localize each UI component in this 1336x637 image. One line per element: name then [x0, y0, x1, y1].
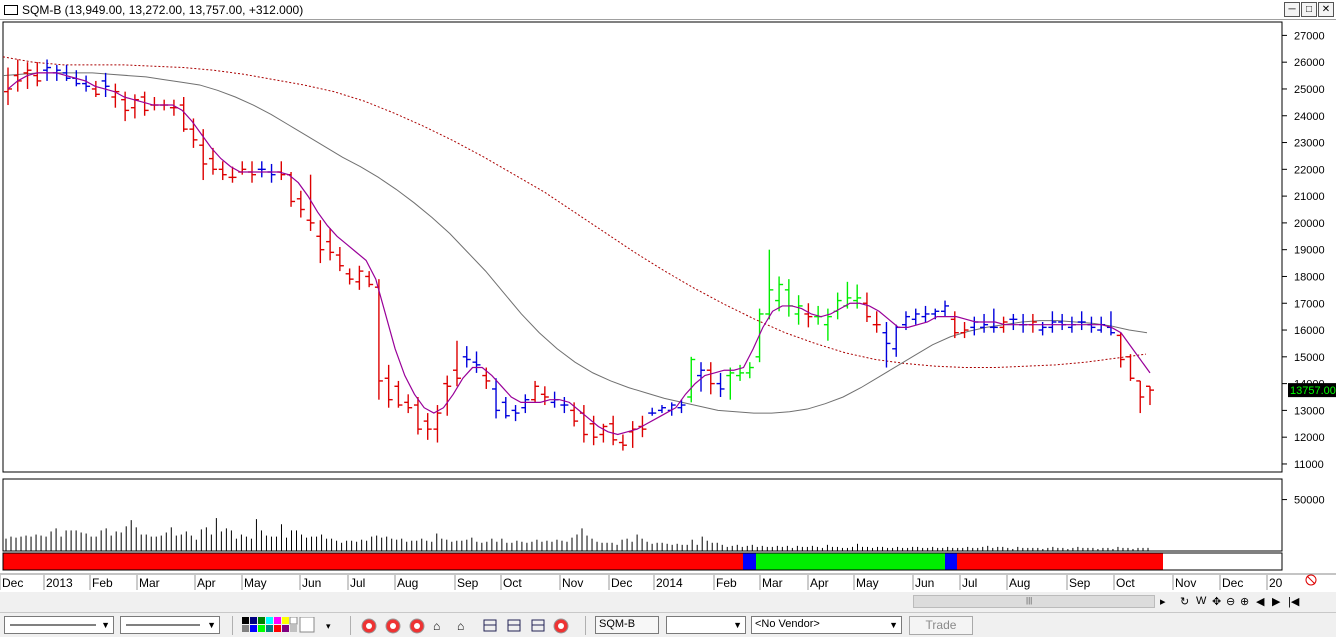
minimize-button[interactable]: ─: [1284, 2, 1300, 17]
chart-title: SQM-B (13,949.00, 13,272.00, 13,757.00, …: [22, 3, 304, 17]
x-axis-label: Nov: [1175, 576, 1196, 590]
x-axis-label: 2014: [656, 576, 683, 590]
x-axis-label: Oct: [1116, 576, 1135, 590]
x-axis-label: Jun: [915, 576, 934, 590]
scroll-left-icon[interactable]: ◀: [1256, 595, 1264, 608]
stop-icon-slash: [1306, 575, 1316, 585]
x-axis-label: 20: [1269, 576, 1283, 590]
price-tick-label: 13000: [1294, 405, 1325, 417]
price-chart[interactable]: 27000 26000 25000 24000 23000 22000 21000 20000…: [0, 20, 1336, 592]
x-axis-label: Nov: [562, 576, 583, 590]
scroll-row: ||| ▸ ↻ W ✥ ⊖ ⊕ ◀ ▶ |◀: [0, 592, 1336, 612]
separator: [232, 616, 233, 635]
x-axis-label: Oct: [503, 576, 522, 590]
price-tick-label: 27000: [1294, 30, 1325, 42]
window-titlebar: SQM-B (13,949.00, 13,272.00, 13,757.00, …: [0, 0, 1336, 20]
svg-text:⌂: ⌂: [433, 619, 440, 633]
refresh-icon[interactable]: ↻: [1180, 595, 1189, 608]
x-axis-label: May: [244, 576, 267, 590]
pan-icon[interactable]: ✥: [1212, 595, 1221, 608]
color-palette-icon[interactable]: ▾: [242, 617, 334, 635]
price-tick-label: 20000: [1294, 218, 1325, 230]
price-tick-label: 16000: [1294, 325, 1325, 337]
x-axis-label: Jul: [962, 576, 977, 590]
x-axis-label: Aug: [397, 576, 418, 590]
volume-tick-label: 50000: [1294, 495, 1325, 507]
trade-button[interactable]: Trade: [909, 616, 973, 635]
x-axis-label: Apr: [810, 576, 829, 590]
x-axis-label: Jun: [302, 576, 321, 590]
price-tick-label: 17000: [1294, 298, 1325, 310]
trend-ribbon-segment: [3, 553, 743, 570]
zoom-out-icon[interactable]: ⊖: [1226, 595, 1235, 608]
price-tick-label: 15000: [1294, 352, 1325, 364]
bottom-toolbar: ▼ ▼ ▾ ⌂ ⌂ SQM-B ▼ <No Vendor> ▼ Trade: [0, 612, 1336, 637]
vendor-value: <No Vendor>: [755, 618, 820, 630]
chevron-down-icon: ▼: [733, 620, 742, 630]
ma-mid-line: [2, 72, 1148, 414]
chevron-down-icon: ▼: [889, 620, 898, 630]
price-tick-label: 19000: [1294, 245, 1325, 257]
svg-text:▾: ▾: [326, 621, 331, 631]
weekly-icon[interactable]: W: [1196, 595, 1206, 607]
svg-text:⌂: ⌂: [457, 619, 464, 633]
x-axis-label: 2013: [46, 576, 73, 590]
last-price-label: 13757.00: [1290, 385, 1336, 397]
price-tick-label: 12000: [1294, 432, 1325, 444]
separator: [585, 616, 586, 635]
line-style-sample-icon: [10, 624, 96, 626]
price-tick-label: 11000: [1294, 459, 1324, 471]
interval-dropdown[interactable]: ▼: [666, 616, 746, 634]
vendor-dropdown[interactable]: <No Vendor> ▼: [751, 616, 902, 634]
price-tick-label: 23000: [1294, 138, 1325, 150]
x-axis-label: Aug: [1009, 576, 1030, 590]
price-tick-label: 21000: [1294, 191, 1325, 203]
separator: [350, 616, 351, 635]
x-axis-label: Dec: [611, 576, 632, 590]
x-axis-label: Mar: [762, 576, 783, 590]
symbol-field[interactable]: SQM-B: [595, 616, 659, 634]
x-axis-label: May: [856, 576, 879, 590]
trend-ribbon-segment: [756, 553, 945, 570]
horizontal-scrollbar[interactable]: |||: [913, 595, 1155, 608]
x-axis-label: Dec: [1222, 576, 1243, 590]
indicator-tool-icons[interactable]: ⌂ ⌂: [360, 617, 580, 635]
price-panel: [2, 21, 1283, 473]
ma-fast-line: [7, 72, 1151, 436]
x-axis-label: Sep: [457, 576, 479, 590]
scroll-grip-icon: |||: [1026, 596, 1033, 605]
window-icon: [4, 5, 18, 15]
maximize-button[interactable]: □: [1301, 2, 1317, 17]
price-tick-label: 24000: [1294, 111, 1325, 123]
zoom-in-icon[interactable]: ⊕: [1240, 595, 1249, 608]
x-axis-label: Apr: [197, 576, 216, 590]
scroll-right-arrow-icon[interactable]: ▸: [1160, 595, 1166, 608]
x-axis-label: Feb: [716, 576, 737, 590]
x-axis-label: Dec: [2, 576, 23, 590]
trend-ribbon-segment: [957, 553, 1163, 570]
x-axis-label: Sep: [1069, 576, 1091, 590]
scroll-right-icon[interactable]: ▶: [1272, 595, 1280, 608]
price-tick-label: 25000: [1294, 84, 1325, 96]
close-button[interactable]: ✕: [1318, 2, 1334, 17]
x-axis-label: Jul: [350, 576, 365, 590]
chevron-down-icon: ▼: [207, 620, 216, 630]
x-axis-label: Mar: [139, 576, 160, 590]
x-axis-label: Feb: [92, 576, 113, 590]
scroll-end-icon[interactable]: |◀: [1288, 595, 1299, 608]
line-width-sample-icon: [126, 624, 200, 626]
chart-frame[interactable]: 27000 26000 25000 24000 23000 22000 21000 20000…: [0, 20, 1336, 592]
price-tick-label: 22000: [1294, 164, 1325, 176]
trend-ribbon-segment: [945, 553, 957, 570]
trend-ribbon-segment: [743, 553, 756, 570]
chevron-down-icon: ▼: [101, 620, 110, 630]
price-tick-label: 26000: [1294, 57, 1325, 69]
line-style-dropdown[interactable]: ▼: [4, 616, 114, 634]
price-tick-label: 18000: [1294, 271, 1325, 283]
line-width-dropdown[interactable]: ▼: [120, 616, 220, 634]
